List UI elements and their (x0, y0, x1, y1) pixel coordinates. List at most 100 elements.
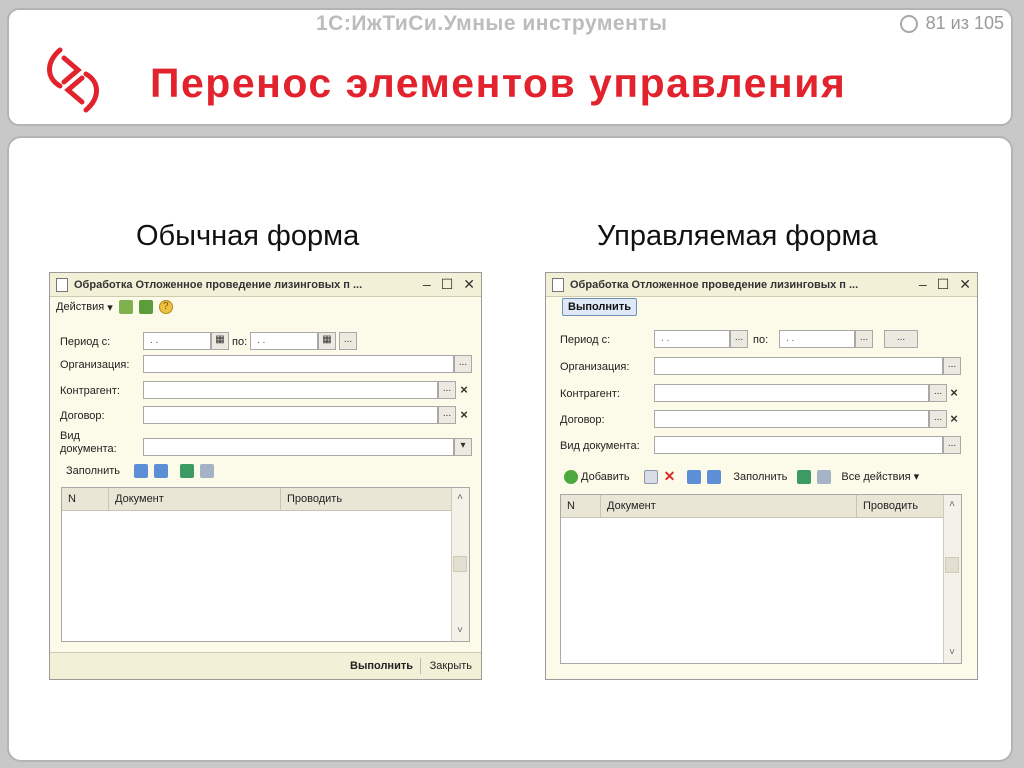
contract-field[interactable] (143, 406, 438, 424)
table-scrollbar[interactable]: ˄ ˅ (451, 488, 469, 641)
save-values-icon[interactable] (138, 300, 153, 314)
execute-button[interactable]: Выполнить (562, 298, 637, 316)
restore-values-icon[interactable] (118, 300, 133, 314)
contract-clear-icon[interactable]: × (456, 406, 472, 424)
slide-counter: 81 из 105 (899, 13, 1004, 34)
contractor-label: Контрагент: (60, 385, 120, 397)
check-all-icon[interactable] (797, 469, 812, 484)
move-up-icon[interactable] (134, 464, 149, 478)
org-field[interactable] (143, 355, 454, 373)
column-header-document[interactable]: Документ (109, 488, 281, 510)
period-select-button[interactable]: ... (339, 332, 357, 350)
window-title: Обработка Отложенное проведение лизингов… (74, 278, 363, 291)
column-header-n[interactable]: N (561, 495, 601, 517)
brand-text: 1С:ИжТиСи.Умные инструменты (316, 12, 668, 35)
scroll-thumb[interactable] (453, 556, 467, 572)
calendar-icon[interactable]: ▦ (318, 332, 336, 350)
calendar-icon[interactable]: ▦ (211, 332, 229, 350)
scroll-up-icon[interactable]: ˄ (452, 490, 468, 506)
table-header: N Документ Проводить (62, 488, 452, 511)
period-to-field[interactable]: . . (779, 330, 855, 348)
period-to-label: по: (753, 334, 769, 346)
execute-button[interactable]: Выполнить (350, 660, 413, 672)
period-from-label: Период с: (560, 334, 611, 346)
delete-icon[interactable]: ✕ (664, 468, 676, 485)
copy-icon[interactable] (643, 469, 658, 484)
close-button[interactable]: ✕ (959, 276, 971, 293)
contract-select-button[interactable]: ... (438, 406, 456, 424)
org-select-button[interactable]: ... (454, 355, 472, 373)
page-title: Перенос элементов управления (150, 60, 847, 106)
column-header-post[interactable]: Проводить (857, 495, 944, 517)
date-select-button[interactable]: ... (855, 330, 873, 348)
footer-divider (420, 658, 421, 674)
column-header-n[interactable]: N (62, 488, 109, 510)
scroll-down-icon[interactable]: ˅ (452, 623, 468, 639)
doc-type-field[interactable] (143, 438, 454, 456)
documents-table[interactable]: N Документ Проводить ˄ ˅ (61, 487, 470, 642)
uncheck-all-icon[interactable] (817, 469, 832, 484)
document-icon (56, 277, 68, 292)
move-up-icon[interactable] (687, 469, 702, 484)
contractor-select-button[interactable]: ... (929, 384, 947, 402)
page-icon (899, 14, 918, 33)
period-select-button[interactable]: ... (884, 330, 918, 348)
help-icon[interactable]: ? (158, 300, 173, 314)
page-number: 81 из 105 (925, 13, 1004, 33)
contractor-field[interactable] (143, 381, 438, 399)
org-select-button[interactable]: ... (943, 357, 961, 375)
close-button[interactable]: ✕ (463, 276, 475, 293)
scroll-thumb[interactable] (945, 557, 959, 573)
contract-select-button[interactable]: ... (929, 410, 947, 428)
form-footer: Выполнить Закрыть (50, 652, 481, 679)
doc-type-field[interactable] (654, 436, 943, 454)
maximize-button[interactable]: ☐ (937, 276, 950, 293)
all-actions-label: Все действия (841, 470, 911, 483)
maximize-button[interactable]: ☐ (441, 276, 454, 293)
minimize-button[interactable]: – (919, 276, 927, 293)
table-scrollbar[interactable]: ˄ ˅ (943, 495, 961, 663)
add-button[interactable]: Добавить (564, 469, 630, 484)
managed-form-window: Обработка Отложенное проведение лизингов… (545, 272, 978, 680)
chevron-down-icon: ▾ (107, 301, 113, 314)
right-caption: Управляемая форма (597, 220, 878, 252)
org-field[interactable] (654, 357, 943, 375)
all-actions-menu[interactable]: Все действия ▾ (841, 470, 920, 484)
fill-button[interactable]: Заполнить (66, 465, 120, 477)
window-titlebar: Обработка Отложенное проведение лизингов… (50, 273, 481, 297)
period-from-field[interactable]: . . (654, 330, 730, 348)
period-from-field[interactable]: . . (143, 332, 211, 350)
window-title: Обработка Отложенное проведение лизингов… (570, 278, 859, 291)
contractor-field[interactable] (654, 384, 929, 402)
move-down-icon[interactable] (707, 469, 722, 484)
documents-table[interactable]: N Документ Проводить ˄ ˅ (560, 494, 962, 664)
uncheck-all-icon[interactable] (200, 464, 215, 478)
column-header-document[interactable]: Документ (601, 495, 857, 517)
add-label: Добавить (581, 470, 630, 483)
contract-field[interactable] (654, 410, 929, 428)
scroll-up-icon[interactable]: ˄ (944, 497, 960, 513)
contract-clear-icon[interactable]: × (946, 410, 962, 428)
period-to-field[interactable]: . . (250, 332, 318, 350)
scroll-down-icon[interactable]: ˅ (944, 645, 960, 661)
move-down-icon[interactable] (154, 464, 169, 478)
contractor-clear-icon[interactable]: × (456, 381, 472, 399)
contract-label: Договор: (60, 410, 105, 422)
ordinary-form-window: Обработка Отложенное проведение лизингов… (49, 272, 482, 680)
check-all-icon[interactable] (180, 464, 195, 478)
chevron-down-icon: ▾ (913, 471, 920, 483)
fill-button[interactable]: Заполнить (733, 471, 787, 483)
doc-type-select-button[interactable]: ... (943, 436, 961, 454)
close-form-button[interactable]: Закрыть (430, 660, 472, 672)
column-header-post[interactable]: Проводить (281, 488, 452, 510)
contractor-clear-icon[interactable]: × (946, 384, 962, 402)
chevron-down-icon[interactable]: ▾ (454, 438, 472, 456)
doc-type-label: Вид (60, 430, 80, 442)
contractor-select-button[interactable]: ... (438, 381, 456, 399)
date-select-button[interactable]: ... (730, 330, 748, 348)
org-label: Организация: (560, 361, 630, 373)
minimize-button[interactable]: – (423, 276, 431, 293)
actions-menu[interactable]: Действия ▾ (56, 301, 113, 314)
add-icon (564, 469, 578, 484)
logo-icon (47, 47, 99, 113)
